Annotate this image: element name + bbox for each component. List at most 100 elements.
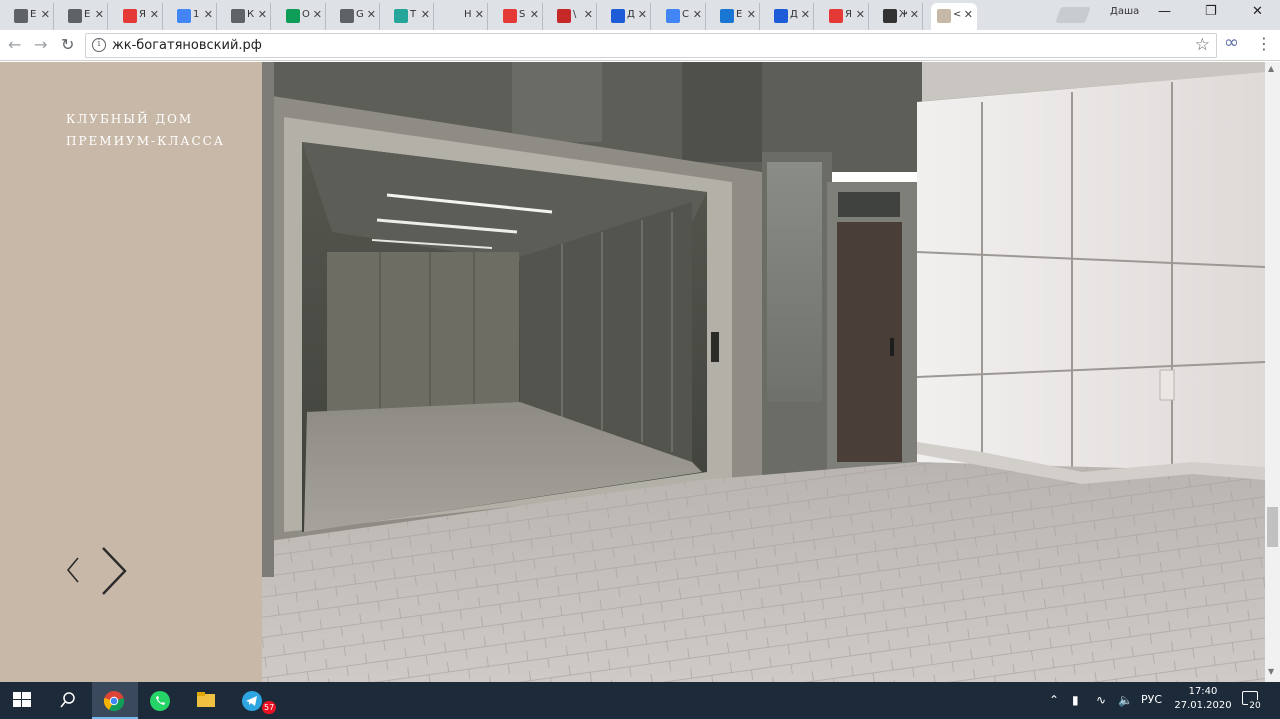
browser-tab[interactable]: S ✕ <box>497 3 543 30</box>
tab-close-icon[interactable]: ✕ <box>367 8 376 21</box>
taskbar-file-explorer[interactable] <box>184 682 230 719</box>
forward-arrow-icon[interactable]: → <box>34 35 47 54</box>
notification-count-badge: 20 <box>1248 700 1262 712</box>
tab-title: S <box>519 9 526 20</box>
browser-tab[interactable]: 1 ✕ <box>171 3 217 30</box>
beige-dot-icon <box>937 9 951 23</box>
browser-tab[interactable]: Е ✕ <box>714 3 760 30</box>
slider-next-arrow-icon[interactable] <box>98 545 130 597</box>
hero-photo <box>262 62 1265 682</box>
tab-close-icon[interactable]: ✕ <box>530 8 539 21</box>
browser-tab[interactable]: С ✕ <box>660 3 706 30</box>
taskbar-chrome[interactable] <box>92 682 138 719</box>
browser-tab[interactable]: E ✕ <box>62 3 108 30</box>
tab-close-icon[interactable]: ✕ <box>964 8 973 21</box>
telegram-icon <box>242 691 262 711</box>
reload-icon[interactable]: ↻ <box>61 35 74 54</box>
tab-close-icon[interactable]: ✕ <box>801 8 810 21</box>
browser-tab[interactable]: Я ✕ <box>823 3 869 30</box>
tab-close-icon[interactable]: ✕ <box>693 8 702 21</box>
tab-title: Н <box>464 9 472 20</box>
tab-close-icon[interactable]: ✕ <box>475 8 484 21</box>
tab-title: Д <box>790 9 798 20</box>
taskbar-whatsapp[interactable] <box>138 682 184 719</box>
tab-title: Е <box>736 9 743 20</box>
s-logo-icon <box>503 9 517 23</box>
battery-icon[interactable]: ▮ <box>1072 693 1079 707</box>
start-button[interactable] <box>0 682 46 719</box>
wifi-icon[interactable]: ∿ <box>1096 693 1106 707</box>
tab-close-icon[interactable]: ✕ <box>638 8 647 21</box>
map-pin-icon <box>829 9 843 23</box>
browser-tab[interactable]: К ✕ <box>225 3 271 30</box>
tab-close-icon[interactable]: ✕ <box>204 8 213 21</box>
site-info-icon[interactable]: i <box>92 38 106 52</box>
whatsapp-icon <box>150 691 170 711</box>
back-arrow-icon[interactable]: ← <box>8 35 21 54</box>
search-button[interactable] <box>46 682 92 719</box>
maximize-icon[interactable]: ❐ <box>1205 4 1217 19</box>
target-icon <box>774 9 788 23</box>
folder-icon <box>68 9 82 23</box>
tray-expand-chevron-icon[interactable]: ⌃ <box>1049 693 1059 707</box>
close-window-icon[interactable]: ✕ <box>1252 4 1263 19</box>
tab-title: < <box>953 9 961 20</box>
browser-tab[interactable]: Д ✕ <box>605 3 651 30</box>
browser-tab[interactable]: О ✕ <box>280 3 326 30</box>
browser-tab[interactable]: \ ✕ <box>551 3 597 30</box>
new-tab-button[interactable] <box>1055 7 1091 23</box>
volume-icon[interactable]: 🔈 <box>1118 693 1133 707</box>
browser-toolbar: ← → ↻ i жк-богатяновский.рф ☆ <box>0 30 1280 61</box>
url-text[interactable]: жк-богатяновский.рф <box>112 38 262 53</box>
browser-tab[interactable]: E ✕ <box>8 3 54 30</box>
tab-close-icon[interactable]: ✕ <box>258 8 267 21</box>
slider-prev-arrow-icon[interactable] <box>64 555 82 585</box>
clock[interactable]: 17:40 27.01.2020 <box>1170 685 1236 713</box>
browser-tab[interactable]: Д ✕ <box>768 3 814 30</box>
folder-icon <box>231 9 245 23</box>
tab-title: E <box>84 9 91 20</box>
tab-close-icon[interactable]: ✕ <box>856 8 865 21</box>
profile-name[interactable]: Даша <box>1110 6 1139 17</box>
minimize-icon[interactable]: — <box>1158 4 1171 19</box>
tab-title: 1 <box>193 9 200 20</box>
browser-tab[interactable]: < ✕ <box>931 3 977 30</box>
tab-close-icon[interactable]: ✕ <box>584 8 593 21</box>
scroll-up-icon[interactable]: ▲ <box>1268 64 1274 73</box>
extension-infinity-icon[interactable]: ∞ <box>1224 32 1239 53</box>
tab-title: \ <box>573 9 577 20</box>
tab-close-icon[interactable]: ✕ <box>747 8 756 21</box>
language-indicator[interactable]: РУС <box>1141 693 1162 706</box>
tab-title: Я <box>139 9 146 20</box>
scroll-down-icon[interactable]: ▼ <box>1268 667 1274 676</box>
blank-icon <box>448 9 462 23</box>
tagline-text: КЛУБНЫЙ ДОМ ПРЕМИУМ-КЛАССА <box>66 112 225 148</box>
tab-title: О <box>302 9 310 20</box>
tab-close-icon[interactable]: ✕ <box>421 8 430 21</box>
tab-close-icon[interactable]: ✕ <box>313 8 322 21</box>
browser-tab[interactable]: G ✕ <box>334 3 380 30</box>
tab-close-icon[interactable]: ✕ <box>41 8 50 21</box>
folder-icon <box>340 9 354 23</box>
page-scrollbar[interactable]: ▲ ▼ <box>1265 62 1280 682</box>
address-bar[interactable]: i жк-богатяновский.рф ☆ <box>85 33 1217 58</box>
circle-e-icon <box>720 9 734 23</box>
browser-tab[interactable]: Т ✕ <box>388 3 434 30</box>
scrollbar-thumb[interactable] <box>1267 507 1278 547</box>
browser-tab[interactable]: Я ✕ <box>117 3 163 30</box>
browser-tab[interactable]: Ж ✕ <box>877 3 923 30</box>
chrome-menu-icon[interactable]: ⋮ <box>1256 34 1272 53</box>
chat-icon <box>666 9 680 23</box>
page-viewport: КЛУБНЫЙ ДОМ ПРЕМИУМ-КЛАССА <box>0 62 1265 682</box>
tab-title: Т <box>410 9 417 20</box>
wikipedia-icon <box>883 9 897 23</box>
browser-tab[interactable]: Н ✕ <box>442 3 488 30</box>
tab-close-icon[interactable]: ✕ <box>910 8 919 21</box>
bookmark-star-icon[interactable]: ☆ <box>1195 35 1210 55</box>
tab-close-icon[interactable]: ✕ <box>150 8 159 21</box>
tab-title: E <box>30 9 37 20</box>
clock-time: 17:40 <box>1188 686 1218 697</box>
tab-title: Ж <box>899 9 907 20</box>
tab-title: Я <box>845 9 852 20</box>
tab-close-icon[interactable]: ✕ <box>95 8 104 21</box>
